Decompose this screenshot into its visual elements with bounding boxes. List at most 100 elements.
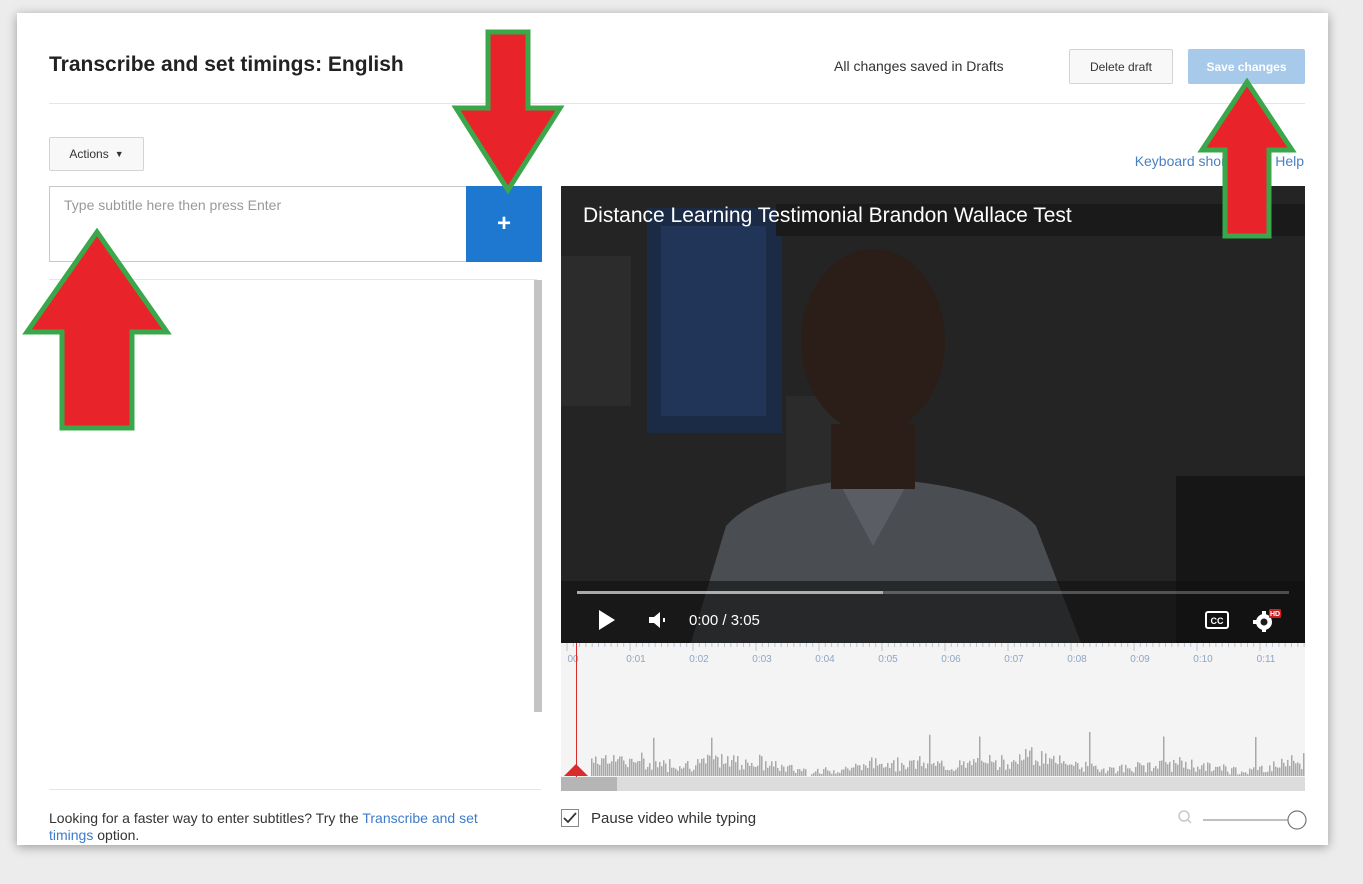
waveform-bar	[1159, 760, 1161, 776]
waveform-bar	[665, 763, 667, 776]
waveform-bar	[1147, 762, 1149, 776]
waveform-bar	[725, 763, 727, 776]
subtitle-list-scrollbar[interactable]	[534, 280, 542, 712]
waveform-bar	[1231, 768, 1233, 776]
waveform-bar	[1091, 763, 1093, 776]
settings-gear-icon[interactable]: HD	[1253, 606, 1281, 634]
video-player[interactable]: Distance Learning Testimonial Brandon Wa…	[561, 186, 1305, 643]
zoom-slider[interactable]	[1177, 808, 1307, 832]
waveform-bar	[1237, 774, 1239, 776]
waveform-bar	[835, 773, 837, 776]
waveform-bar	[1219, 766, 1221, 776]
waveform-bar	[841, 769, 843, 776]
waveform-bar	[719, 767, 721, 776]
waveform-bar	[657, 767, 659, 776]
waveform-bar	[1157, 768, 1159, 776]
waveform-bar	[1111, 767, 1113, 776]
waveform-bar	[1293, 760, 1295, 776]
timeline-tick-label: 0:07	[1004, 654, 1024, 665]
waveform-bar	[1261, 765, 1263, 776]
waveform-bar	[625, 764, 627, 776]
waveform-bar	[751, 762, 753, 776]
waveform-bar	[631, 758, 633, 776]
waveform-bar	[635, 762, 637, 776]
delete-draft-button[interactable]: Delete draft	[1069, 49, 1173, 84]
waveform-bar	[591, 758, 593, 776]
waveform-bar	[1223, 764, 1225, 776]
waveform-bar	[1133, 772, 1135, 776]
waveform-bar	[839, 772, 841, 776]
waveform-bar	[823, 769, 825, 776]
playhead-handle-icon[interactable]	[563, 763, 589, 777]
waveform-bar	[1169, 761, 1171, 776]
waveform-bar	[1171, 771, 1173, 776]
waveform-bar	[763, 770, 765, 776]
waveform-bar	[1243, 772, 1245, 776]
waveform-bar	[671, 767, 673, 776]
waveform-bar	[1089, 731, 1091, 776]
playhead[interactable]	[576, 643, 577, 778]
waveform-bar	[775, 761, 777, 776]
waveform-bar	[599, 765, 601, 776]
waveform-bar	[1143, 765, 1145, 776]
waveform-bar	[1213, 770, 1215, 776]
waveform-bar	[1183, 767, 1185, 776]
play-icon[interactable]	[597, 606, 617, 634]
pause-while-typing-checkbox[interactable]	[561, 809, 579, 827]
waveform-bar	[1229, 774, 1231, 776]
waveform-bar	[1081, 767, 1083, 776]
waveform-bar	[1067, 765, 1069, 776]
timeline-tick-label: 0:02	[689, 654, 709, 665]
timeline-scrollbar[interactable]	[561, 777, 1305, 791]
waveform-bar	[1267, 771, 1269, 776]
captions-icon[interactable]: CC	[1205, 606, 1229, 634]
arrow-up-to-subtitle-input	[22, 228, 172, 431]
actions-dropdown-button[interactable]: Actions ▼	[49, 137, 144, 171]
waveform-bar	[955, 769, 957, 776]
waveform-bar	[627, 767, 629, 776]
waveform-bar	[963, 761, 965, 776]
waveform-bar	[959, 760, 961, 776]
video-progress-bar[interactable]	[577, 591, 1289, 594]
waveform-bar	[673, 767, 675, 776]
waveform-bar	[1203, 763, 1205, 776]
waveform-bar	[897, 757, 899, 776]
waveform-bar	[695, 765, 697, 776]
waveform-bar	[933, 762, 935, 776]
waveform-bar	[697, 759, 699, 776]
waveform-bar	[967, 762, 969, 776]
volume-icon[interactable]	[647, 606, 669, 634]
waveform-bar	[1069, 764, 1071, 776]
waveform-bar	[1301, 769, 1303, 776]
pause-while-typing-option[interactable]: Pause video while typing	[561, 807, 756, 829]
waveform-bar	[1271, 771, 1273, 776]
waveform-bar	[1103, 768, 1105, 776]
waveform-bar	[739, 769, 741, 776]
waveform-bar	[1163, 736, 1165, 776]
waveform-bar	[1173, 759, 1175, 776]
waveform-bar	[913, 760, 915, 776]
waveform-bar	[829, 771, 831, 776]
waveform-bar	[1007, 764, 1009, 776]
waveform-bar	[891, 762, 893, 776]
waveform-bar	[621, 756, 623, 776]
waveform-bar	[985, 762, 987, 776]
waveform-bar	[1031, 747, 1033, 776]
timeline-scroll-thumb[interactable]	[561, 777, 617, 791]
timeline-waveform[interactable]: 00 0:01 0:02 0:03 0:04 0:05 0:06 0:07 0:08 0:09 0:…	[561, 643, 1305, 791]
waveform-bar	[895, 771, 897, 776]
waveform-bar	[1015, 761, 1017, 776]
waveform-bar	[935, 765, 937, 776]
waveform-bar	[617, 759, 619, 776]
waveform-bar	[761, 756, 763, 776]
saved-status-text: All changes saved in Drafts	[834, 58, 1004, 74]
waveform-bar	[921, 766, 923, 776]
waveform-bar	[993, 762, 995, 776]
waveform-bar	[847, 768, 849, 776]
waveform-bar	[1195, 771, 1197, 776]
waveform-bar	[947, 769, 949, 776]
waveform-bar	[619, 756, 621, 776]
waveform-bar	[1049, 757, 1051, 776]
waveform-bar	[771, 761, 773, 776]
waveform-bar	[899, 770, 901, 776]
